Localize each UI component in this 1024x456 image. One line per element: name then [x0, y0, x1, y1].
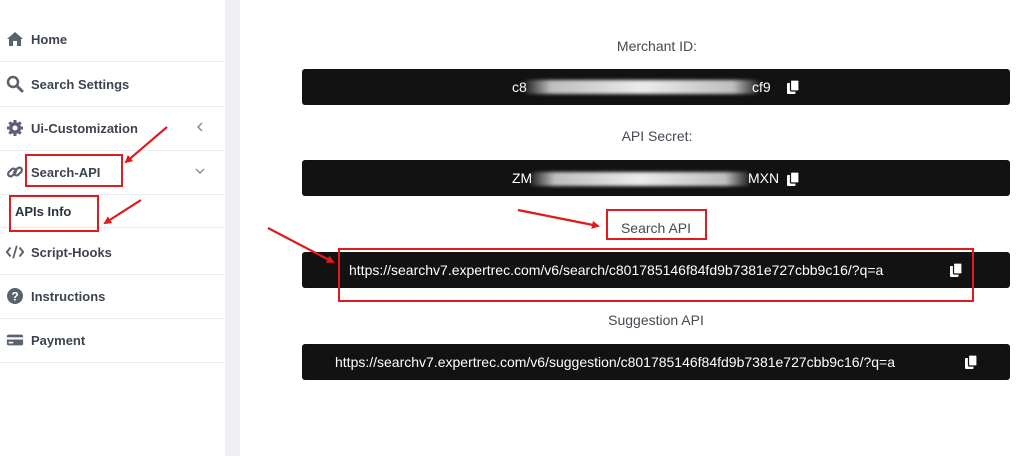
copy-icon[interactable]	[786, 79, 800, 95]
gear-icon	[6, 119, 24, 137]
search-icon	[6, 75, 24, 93]
sidebar-item-label: Ui-Customization	[31, 120, 138, 136]
svg-text:?: ?	[11, 290, 18, 304]
highlight-box-search-api-label	[606, 209, 707, 240]
home-icon	[6, 30, 24, 48]
sidebar-item-search-settings[interactable]: Search Settings	[0, 62, 225, 107]
link-icon	[6, 163, 24, 181]
code-icon	[6, 243, 24, 261]
highlight-box-search-api-nav	[25, 154, 123, 187]
suggestion-api-label: Suggestion API	[608, 312, 704, 328]
sidebar-item-label: Script-Hooks	[31, 244, 112, 260]
sidebar-item-label: Home	[31, 31, 68, 47]
highlight-box-search-api-url	[338, 248, 974, 302]
api-secret-value-end: MXN	[748, 170, 780, 186]
sidebar-item-home[interactable]: Home	[0, 17, 225, 62]
question-circle-icon: ?	[6, 287, 24, 305]
suggestion-api-url: https://searchv7.expertrec.com/v6/sugges…	[335, 354, 896, 370]
sidebar-item-instructions[interactable]: ? Instructions	[0, 274, 225, 319]
sidebar-item-label: Instructions	[31, 288, 106, 304]
redacted-blur	[522, 80, 762, 94]
sidebar-item-label: Payment	[31, 332, 86, 348]
sidebar-item-payment[interactable]: Payment	[0, 318, 225, 363]
chevron-down-icon	[195, 164, 205, 178]
merchant-id-label: Merchant ID:	[616, 38, 698, 54]
redacted-blur	[528, 172, 752, 186]
sidebar-divider	[225, 0, 240, 456]
sidebar-item-label: Search Settings	[31, 76, 130, 92]
api-secret-label: API Secret:	[621, 128, 693, 144]
sidebar-item-ui-customization[interactable]: Ui-Customization	[0, 106, 225, 151]
copy-icon[interactable]	[786, 171, 800, 187]
copy-icon[interactable]	[964, 354, 978, 370]
sidebar-item-script-hooks[interactable]: Script-Hooks	[0, 230, 225, 275]
highlight-box-apis-info	[9, 195, 99, 232]
merchant-id-value-end: cf9	[752, 79, 771, 95]
chevron-left-icon	[195, 120, 205, 134]
credit-card-icon	[6, 331, 24, 349]
